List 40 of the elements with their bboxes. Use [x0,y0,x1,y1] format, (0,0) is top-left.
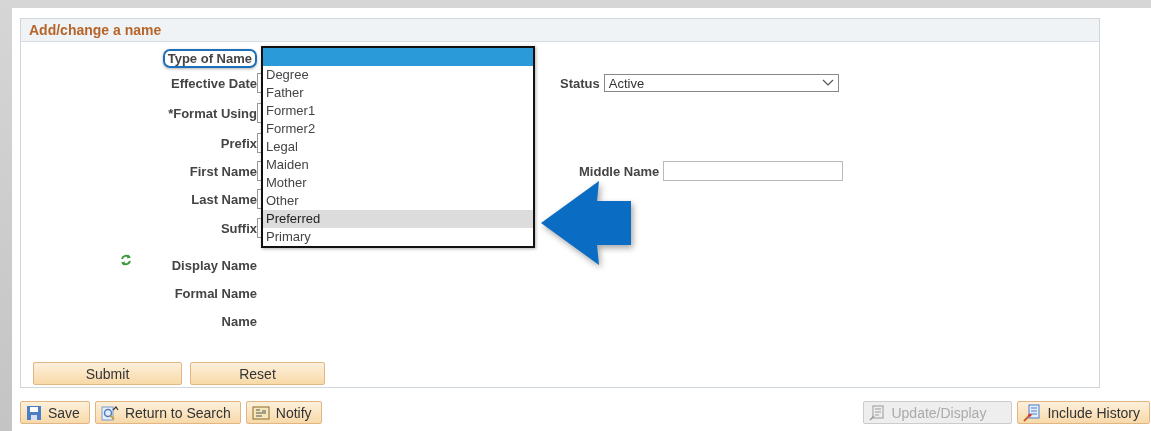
field-label: Status [560,75,600,91]
search-icon [100,404,119,421]
field-label: Prefix [220,135,257,151]
field-label: Name [221,313,257,329]
dropdown-option[interactable]: Former2 [263,120,533,138]
form-button[interactable]: Reset [190,362,325,385]
dropdown-option[interactable]: Preferred [263,210,533,228]
note-icon [251,405,270,420]
toolbar-button[interactable]: Save [20,401,90,424]
dropdown-option[interactable]: Mother [263,174,533,192]
dropdown-list[interactable]: Degree Father Former1 Former2 Legal Maiden Mother Other Preferred Primary [261,46,535,248]
field-label: Display Name [171,257,257,273]
panel-title: Add/change a name [29,22,162,38]
field-label: *Format Using [168,105,257,121]
field-label: Last Name [191,191,257,207]
dropdown-option[interactable]: Other [263,192,533,210]
toolbar-button[interactable]: Return to Search [94,401,241,424]
toolbar-button[interactable]: Include History [1017,401,1150,424]
dropdown-option[interactable]: Degree [263,66,533,84]
field-label: First Name [189,163,257,179]
dropdown-option[interactable]: Primary [263,228,533,246]
field-label: Suffix [220,220,257,236]
status-dropdown[interactable]: Active [603,74,839,92]
field-label: Middle Name [579,163,660,179]
save-icon [26,404,42,421]
dropdown-option[interactable]: Former1 [263,102,533,120]
refresh-icon[interactable] [119,252,133,267]
field-label: Formal Name [174,285,257,301]
field-label: Effective Date [171,75,257,91]
chevron-down-icon [821,79,834,87]
dropdown-option[interactable]: Maiden [263,156,533,174]
form-button[interactable]: Submit [33,362,182,385]
document-icon [869,404,886,421]
dropdown-option[interactable]: Legal [263,138,533,156]
toolbar-button[interactable]: Notify [245,401,322,424]
selected-option[interactable] [263,48,533,66]
field-label: Type of Name [162,48,257,68]
dropdown-option[interactable]: Father [263,84,533,102]
input-field[interactable] [663,161,844,181]
document-icon [1023,403,1042,422]
